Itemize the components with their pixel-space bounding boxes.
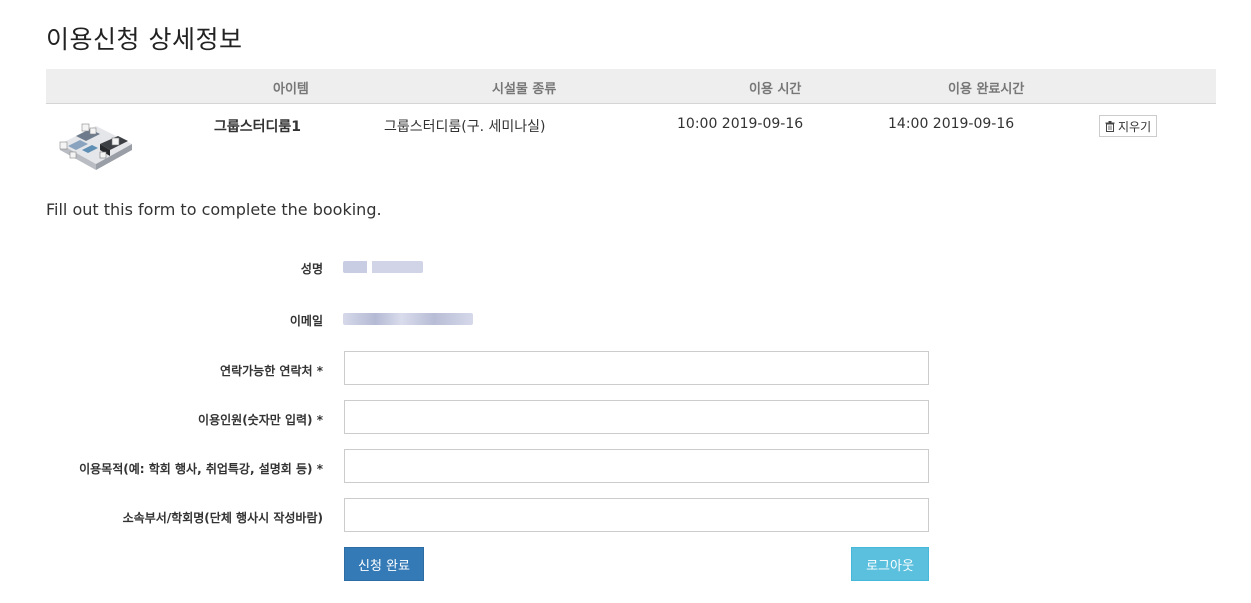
form-intro: Fill out this form to complete the booki… <box>46 200 382 219</box>
department-label: 소속부서/학회명(단체 행사시 작성바람) <box>122 511 323 525</box>
room-thumbnail-image <box>59 123 132 170</box>
phone-input[interactable] <box>344 351 929 385</box>
email-value-redacted <box>343 313 473 325</box>
purpose-input[interactable] <box>344 449 929 483</box>
page-title: 이용신청 상세정보 <box>46 25 243 54</box>
table-header: 아이템 시설물 종류 이용 시간 이용 완료시간 <box>46 69 1216 104</box>
row-facility: 그룹스터디룸(구. 세미나실) <box>384 119 546 135</box>
row-start-time: 10:00 2019-09-16 <box>677 116 804 132</box>
name-label: 성명 <box>300 262 323 276</box>
people-label: 이용인원(숫자만 입력) * <box>198 413 323 427</box>
email-label: 이메일 <box>289 314 323 328</box>
purpose-label: 이용목적(예: 학회 행사, 취업특강, 설명회 등) * <box>79 462 323 476</box>
phone-label: 연락가능한 연락처 * <box>220 364 323 378</box>
submit-booking-button[interactable]: 신청 완료 <box>344 547 424 581</box>
logout-button[interactable]: 로그아웃 <box>851 547 929 581</box>
name-value-redacted <box>343 261 423 273</box>
header-end-time: 이용 완료시간 <box>948 82 1025 97</box>
trash-icon <box>1105 120 1115 132</box>
header-item: 아이템 <box>273 82 309 97</box>
delete-button[interactable]: 지우기 <box>1099 115 1158 137</box>
row-item-name: 그룹스터디룸1 <box>214 119 302 135</box>
row-end-time: 14:00 2019-09-16 <box>888 116 1015 132</box>
people-count-input[interactable] <box>344 400 929 434</box>
booking-table: 아이템 시설물 종류 이용 시간 이용 완료시간 그룹스터디룸1 그룹스터디룸(… <box>46 69 1216 184</box>
delete-label: 지우기 <box>1118 119 1152 134</box>
header-facility: 시설물 종류 <box>492 82 557 97</box>
header-start-time: 이용 시간 <box>749 82 802 97</box>
department-input[interactable] <box>344 498 929 532</box>
table-row: 그룹스터디룸1 그룹스터디룸(구. 세미나실) 10:00 2019-09-16… <box>46 104 1216 184</box>
